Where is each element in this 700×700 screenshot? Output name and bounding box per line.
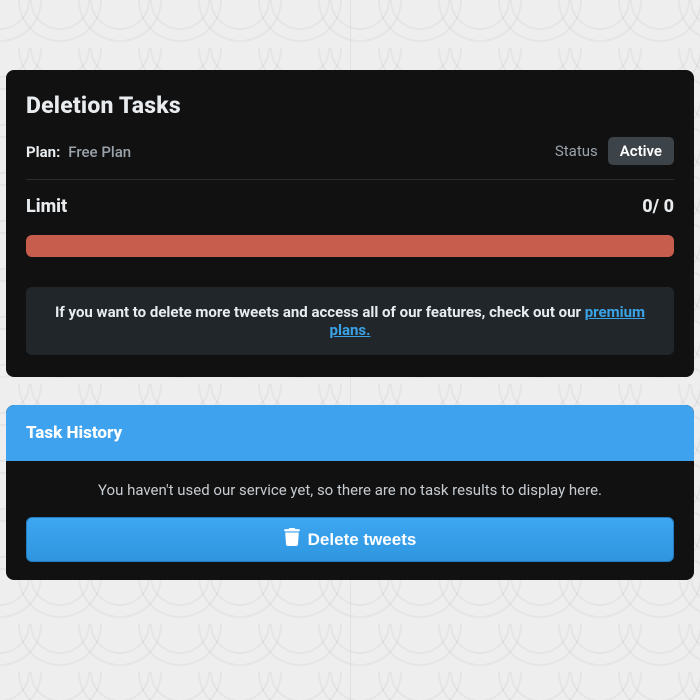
limit-label: Limit [26, 196, 67, 217]
task-history-empty-text: You haven't used our service yet, so the… [6, 461, 694, 507]
task-history-title: Task History [6, 405, 694, 461]
status-label: Status [555, 142, 598, 160]
plan-status-row: Plan: Free Plan Status Active [26, 137, 674, 165]
status-wrap: Status Active [555, 137, 674, 165]
plan-label: Plan: [26, 143, 60, 161]
upsell-notice-text: If you want to delete more tweets and ac… [55, 303, 585, 321]
delete-tweets-button-label: Delete tweets [308, 530, 417, 550]
plan-info: Plan: Free Plan [26, 142, 131, 161]
limit-value: 0/ 0 [642, 196, 674, 217]
deletion-tasks-card: Deletion Tasks Plan: Free Plan Status Ac… [6, 70, 694, 377]
deletion-tasks-title: Deletion Tasks [26, 92, 674, 119]
delete-tweets-button[interactable]: Delete tweets [26, 517, 674, 562]
divider [26, 179, 674, 180]
upsell-notice: If you want to delete more tweets and ac… [26, 287, 674, 355]
limit-progress-bar [26, 235, 674, 257]
task-history-card: Task History You haven't used our servic… [6, 405, 694, 580]
trash-icon [284, 528, 300, 551]
plan-value: Free Plan [68, 143, 131, 161]
limit-row: Limit 0/ 0 [26, 196, 674, 217]
status-badge: Active [608, 137, 674, 165]
